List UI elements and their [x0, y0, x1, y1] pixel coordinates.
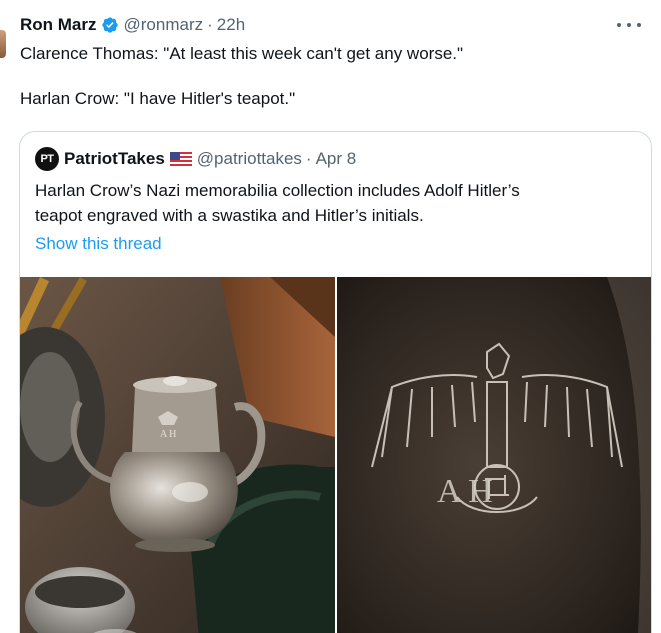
author-avatar[interactable]: [0, 30, 6, 58]
author-handle[interactable]: @ronmarz: [124, 15, 204, 35]
more-options-button[interactable]: [617, 14, 641, 36]
quoted-author-name[interactable]: PatriotTakes: [64, 149, 165, 169]
quoted-author-avatar[interactable]: PT: [35, 147, 59, 171]
separator-dot: ·: [207, 15, 213, 34]
quoted-tweet-text-line: Harlan Crow’s Nazi memorabilia collectio…: [35, 181, 520, 200]
quoted-author-handle[interactable]: @patriottakes: [197, 149, 302, 169]
media-grid: A H A H: [20, 277, 651, 633]
quoted-tweet-card[interactable]: PT PatriotTakes @patriottakes · Apr 8 Ha…: [19, 131, 652, 633]
us-flag-icon: [169, 152, 192, 166]
teapot-engraving-text: A H: [160, 429, 176, 440]
teapot-photo-graphic: A H: [20, 277, 335, 633]
engraving-closeup-photo[interactable]: A H: [337, 277, 651, 633]
more-options-dot: [637, 23, 641, 27]
engraving-closeup-graphic: A H: [337, 277, 651, 633]
quoted-tweet-date[interactable]: Apr 8: [316, 149, 357, 169]
author-name[interactable]: Ron Marz: [20, 15, 97, 35]
tweet-text-line: Clarence Thomas: "At least this week can…: [20, 44, 464, 63]
more-options-dot: [627, 23, 631, 27]
tweet-header: Ron Marz @ronmarz · 22h: [20, 14, 245, 36]
tweet-timestamp[interactable]: 22h: [217, 15, 245, 35]
tweet-text-line: Harlan Crow: "I have Hitler's teapot.": [20, 89, 296, 108]
more-options-icon: [617, 23, 621, 27]
tweet-text: Clarence Thomas: "At least this week can…: [20, 43, 640, 110]
engraving-initials-text: A H: [437, 473, 493, 510]
separator-dot: ·: [305, 149, 312, 168]
show-thread-link[interactable]: Show this thread: [35, 234, 162, 254]
quoted-tweet-text: Harlan Crow’s Nazi memorabilia collectio…: [35, 178, 635, 228]
quoted-tweet-text-line: teapot engraved with a swastika and Hitl…: [35, 206, 424, 225]
verified-badge-icon: [101, 17, 118, 33]
quoted-tweet-header: PT PatriotTakes @patriottakes · Apr 8: [35, 147, 357, 171]
teapot-photo[interactable]: A H: [20, 277, 335, 633]
